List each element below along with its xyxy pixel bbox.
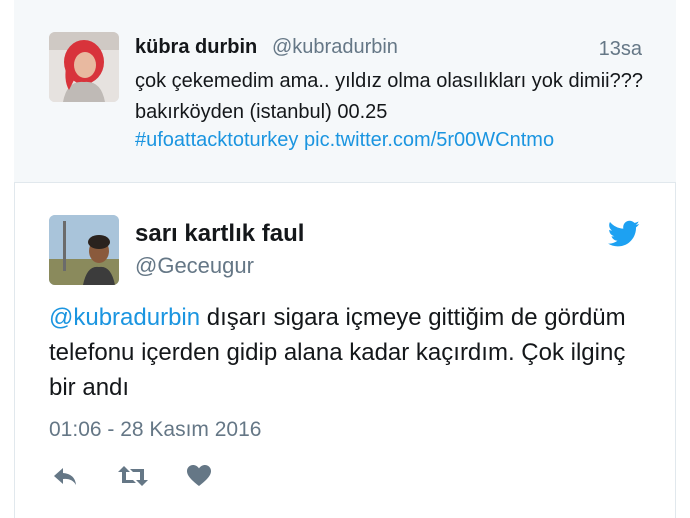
mention-link[interactable]: @kubradurbin bbox=[49, 304, 200, 331]
parent-timestamp[interactable]: 13sa bbox=[599, 38, 642, 61]
author-avatar[interactable] bbox=[49, 215, 119, 285]
author-name[interactable]: sarı kartlık faul bbox=[135, 220, 304, 248]
reply-icon bbox=[51, 464, 79, 488]
hashtag-link[interactable]: #ufoattacktoturkey bbox=[135, 129, 298, 151]
tweet-timestamp[interactable]: 01:06 - 28 Kasım 2016 bbox=[49, 418, 261, 442]
like-button[interactable] bbox=[183, 460, 215, 492]
parent-author-handle[interactable]: @kubradurbin bbox=[272, 36, 398, 59]
reply-button[interactable] bbox=[49, 460, 81, 492]
retweet-button[interactable] bbox=[113, 460, 153, 492]
heart-icon bbox=[186, 464, 212, 488]
parent-author-name[interactable]: kübra durbin bbox=[135, 36, 257, 59]
author-handle[interactable]: @Geceugur bbox=[135, 253, 254, 279]
parent-author-avatar[interactable] bbox=[49, 32, 119, 102]
twitter-bird-icon[interactable] bbox=[607, 220, 640, 248]
parent-links: #ufoattacktoturkey pic.twitter.com/5r00W… bbox=[135, 125, 554, 156]
tweet-text: @kubradurbin dışarı sigara içmeye gittiğ… bbox=[49, 300, 649, 405]
pic-link[interactable]: pic.twitter.com/5r00WCntmo bbox=[304, 129, 554, 151]
retweet-icon bbox=[116, 464, 150, 488]
parent-tweet-text: çok çekemedim ama.. yıldız olma olasılık… bbox=[135, 70, 643, 123]
